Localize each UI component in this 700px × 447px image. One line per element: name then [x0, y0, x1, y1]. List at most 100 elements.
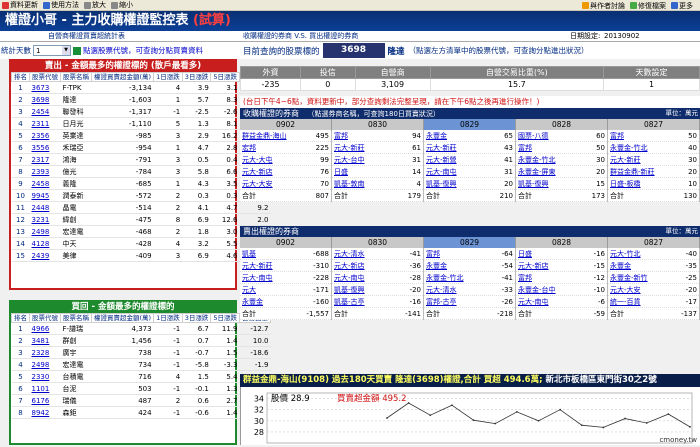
sell-table-row[interactable]: 152439美律-40936.94.610.6	[11, 249, 271, 262]
sell-table-row[interactable]: 82393億光-78435.86.614.1	[11, 165, 271, 178]
sell-cell-1[interactable]: 2439	[29, 249, 61, 262]
sell-broker-name[interactable]: 富邦	[518, 272, 532, 283]
sell-broker-row[interactable]: 元大-新店 -36	[332, 260, 423, 272]
sell-broker-name[interactable]: 永豐金-竹北	[426, 272, 464, 283]
buy-cell-1[interactable]: 2328	[29, 346, 61, 359]
sell-broker-row[interactable]: 元大-南屯 -6	[516, 296, 607, 308]
buy-broker-row[interactable]: 群益金鼎-新莊 20	[608, 166, 699, 178]
buy-broker-name[interactable]: 永豐金	[426, 130, 447, 141]
discuss-button[interactable]: 與作者討論	[582, 1, 625, 11]
sell-table-row[interactable]: 42311日月光-1,11051.38.110.2	[11, 117, 271, 130]
buy-table-row[interactable]: 76176瑞儀48720.62.7-1.9	[11, 394, 271, 407]
sell-broker-name[interactable]: 永豐金	[242, 296, 263, 307]
buy-date-tab-0828[interactable]: 0828	[516, 119, 608, 130]
sell-broker-name[interactable]: 元大-新店	[334, 260, 365, 271]
sell-broker-row[interactable]: 元大-清水 -41	[332, 248, 423, 260]
sell-broker-name[interactable]: 元大-新莊	[242, 260, 273, 271]
more-button[interactable]: 更多	[671, 1, 693, 11]
sell-cell-1[interactable]: 4128	[29, 237, 61, 250]
sell-table-row[interactable]: 144128中天-42843.25.525.4	[11, 237, 271, 250]
buy-broker-row[interactable]: 元大-新店 76	[240, 166, 331, 178]
sell-broker-name[interactable]: 元大	[242, 284, 256, 295]
sell-cell-1[interactable]: 3673	[29, 81, 61, 94]
buy-broker-row[interactable]: 富邦 94	[332, 130, 423, 142]
buy-table-row[interactable]: 61101台泥503-1-0.11.3-8.9	[11, 382, 271, 395]
sell-broker-row[interactable]: 元大-新店 -15	[516, 260, 607, 272]
buy-broker-row[interactable]: 日盛 14	[332, 166, 423, 178]
sell-table-row[interactable]: 23698隆達-1,60315.78.315.7	[11, 93, 271, 106]
buy-broker-row[interactable]: 元大-大屯 99	[240, 154, 331, 166]
buy-broker-row[interactable]: 永豐金 65	[424, 130, 515, 142]
sell-broker-row[interactable]: 元大-南屯 -28	[332, 272, 423, 284]
sell-broker-name[interactable]: 元大-竹北	[610, 248, 641, 259]
sell-broker-row[interactable]: 日盛 -16	[516, 248, 607, 260]
sell-broker-name[interactable]: 凱基	[242, 248, 256, 259]
sell-cell-1[interactable]: 2317	[29, 153, 61, 166]
sell-table-row[interactable]: 109945潤泰新-57220.30.35.6	[11, 189, 271, 202]
sell-broker-row[interactable]: 凱基-復興 -20	[332, 284, 423, 296]
buy-broker-name[interactable]: 富邦	[518, 142, 532, 153]
query-code[interactable]: 3698	[322, 43, 385, 58]
sell-broker-name[interactable]: 凱基-復興	[334, 284, 365, 295]
sell-broker-name[interactable]: 元大-南屯	[518, 296, 549, 307]
help-button[interactable]: 使用方法	[43, 0, 79, 10]
sell-broker-name[interactable]: 元大-南屯	[242, 272, 273, 283]
sell-broker-name[interactable]: 日盛	[518, 248, 532, 259]
sell-broker-row[interactable]: 統一-百貨 -17	[608, 296, 699, 308]
buy-table-row[interactable]: 1 4966 F-譜瑞 4,373 -1 6.7 11.9 -12.7	[11, 322, 271, 335]
date-value[interactable]: 20130902	[604, 31, 640, 42]
buy-broker-name[interactable]: 群益金鼎-海山	[242, 130, 287, 141]
buy-date-tab-0829[interactable]: 0829	[424, 119, 516, 130]
buy-cell-1[interactable]: 1101	[29, 382, 61, 395]
sell-date-tab-0830[interactable]: 0830	[332, 237, 424, 248]
sell-broker-row[interactable]: 凱基-古亭 -16	[332, 296, 423, 308]
buy-broker-name[interactable]: 國票-八德	[518, 130, 549, 141]
sell-table-row[interactable]: 11 2448 晶電 -514 2 4.1 4.7 9.2	[11, 201, 271, 214]
sell-table-row[interactable]: 92458義隆-68514.33.54.5	[11, 177, 271, 190]
buy-broker-name[interactable]: 凱基-復興	[426, 178, 457, 189]
sell-cell-1[interactable]: 2448	[29, 201, 61, 214]
sell-broker-row[interactable]: 元大-南屯 -228	[240, 272, 331, 284]
buy-broker-name[interactable]: 元大-新營	[426, 154, 457, 165]
sell-table-row[interactable]: 132498宏達電-46821.83.02.6	[11, 225, 271, 238]
buy-table-row[interactable]: 3 2328 廣宇 738 -1 -0.7 1.5 -18.6	[11, 346, 271, 359]
sell-cell-1[interactable]: 2498	[29, 225, 61, 238]
sell-broker-row[interactable]: 富邦 -64	[424, 248, 515, 260]
sell-broker-row[interactable]: 元大-清水 -33	[424, 284, 515, 296]
sell-cell-1[interactable]: 2356	[29, 129, 61, 142]
sell-broker-name[interactable]: 元大-新店	[518, 260, 549, 271]
buy-cell-1[interactable]: 4966	[29, 322, 61, 335]
sell-broker-row[interactable]: 元大 -171	[240, 284, 331, 296]
buy-broker-name[interactable]: 富邦	[334, 130, 348, 141]
buy-broker-row[interactable]: 元大-新莊 61	[332, 142, 423, 154]
sell-date-tab-0829[interactable]: 0829	[424, 237, 516, 248]
sell-date-tab-0828[interactable]: 0828	[516, 237, 608, 248]
sell-cell-1[interactable]: 2393	[29, 165, 61, 178]
sell-broker-name[interactable]: 凱基-古亭	[334, 296, 365, 307]
buy-broker-name[interactable]: 富邦	[610, 130, 624, 141]
sell-broker-row[interactable]: 永豐金 -54	[424, 260, 515, 272]
sell-broker-name[interactable]: 富邦-古亭	[426, 296, 457, 307]
sell-cell-1[interactable]: 2311	[29, 117, 61, 130]
sell-broker-row[interactable]: 永豐金-竹北 -41	[424, 272, 515, 284]
buy-broker-row[interactable]: 國票-八德 60	[516, 130, 607, 142]
zoom-in-button[interactable]: 放大	[84, 0, 106, 10]
buy-broker-row[interactable]: 元大-新營 41	[424, 154, 515, 166]
buy-broker-name[interactable]: 元大-新莊	[610, 154, 641, 165]
buy-broker-row[interactable]: 富邦 50	[516, 142, 607, 154]
buy-table-row[interactable]: 4 2498 宏達電 734 -1 -5.8 -3.3 -1.9	[11, 358, 271, 371]
buy-broker-name[interactable]: 元大-新店	[242, 166, 273, 177]
sell-table-row[interactable]: 72317鴻海-79130.50.43.1	[11, 153, 271, 166]
buy-broker-row[interactable]: 元大-新莊 43	[424, 142, 515, 154]
buy-broker-name[interactable]: 凱基-敦南	[334, 178, 365, 189]
buy-table-row[interactable]: 88942森鉅424-1-0.61.4-17.0	[11, 406, 271, 419]
buy-date-tab-0827[interactable]: 0827	[608, 119, 700, 130]
sell-broker-name[interactable]: 永豐金-台中	[518, 284, 556, 295]
buy-broker-row[interactable]: 富邦 50	[608, 130, 699, 142]
sell-cell-1[interactable]: 3556	[29, 141, 61, 154]
sell-table-row[interactable]: 13673F-TPK-3,13443.93.15.6	[11, 81, 271, 94]
buy-broker-row[interactable]: 永豐金-竹北 40	[608, 142, 699, 154]
buy-broker-row[interactable]: 永豐金-竹北 30	[516, 154, 607, 166]
buy-broker-name[interactable]: 元大-新莊	[334, 142, 365, 153]
sell-broker-name[interactable]: 統一-百貨	[610, 296, 641, 307]
